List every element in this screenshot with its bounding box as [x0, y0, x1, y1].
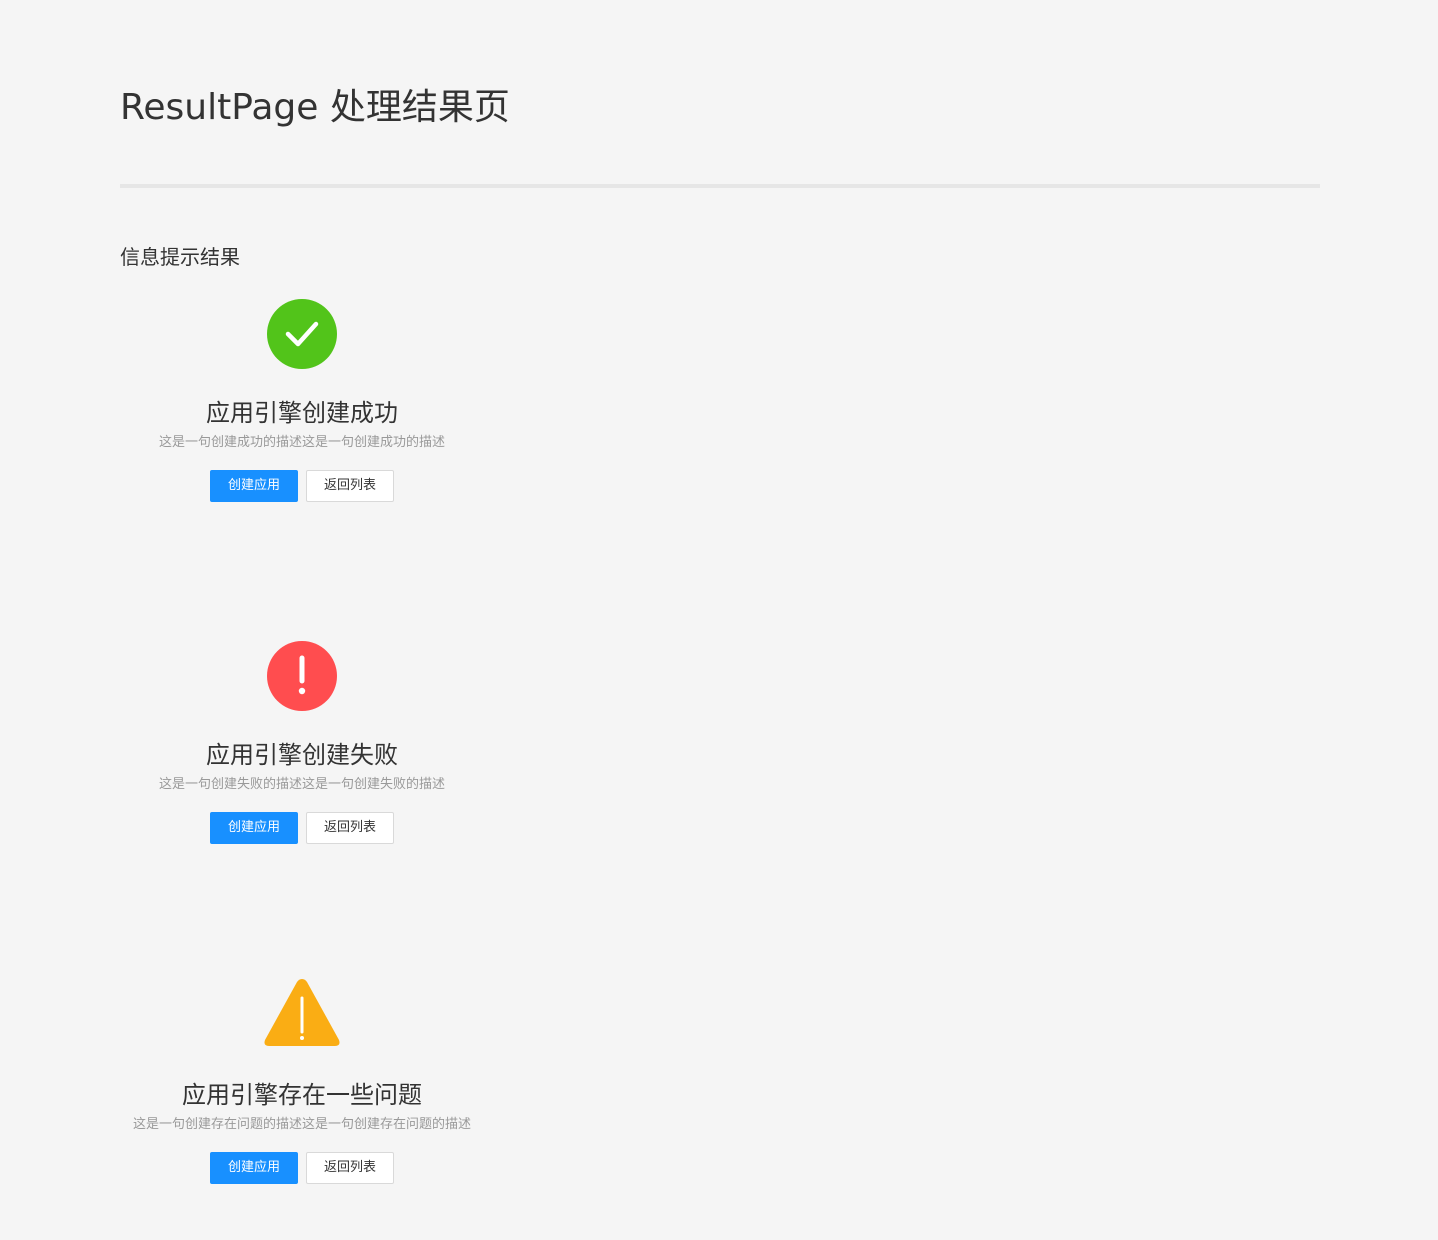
title-divider: [120, 184, 1320, 188]
section-title: 信息提示结果: [120, 245, 240, 269]
result-description: 这是一句创建成功的描述这是一句创建成功的描述: [158, 435, 445, 450]
result-warning: 应用引擎存在一些问题 这是一句创建存在问题的描述这是一句创建存在问题的描述 创建…: [100, 976, 504, 1184]
create-app-button[interactable]: 创建应用: [210, 812, 298, 844]
result-description: 这是一句创建失败的描述这是一句创建失败的描述: [158, 777, 445, 792]
create-app-button[interactable]: 创建应用: [210, 1152, 298, 1184]
result-actions: 创建应用 返回列表: [100, 470, 504, 502]
warning-triangle-icon: [264, 979, 340, 1046]
back-to-list-button[interactable]: 返回列表: [306, 470, 394, 502]
create-app-button[interactable]: 创建应用: [210, 470, 298, 502]
check-circle-icon: [267, 299, 337, 369]
result-actions: 创建应用 返回列表: [100, 1152, 504, 1184]
result-error: 应用引擎创建失败 这是一句创建失败的描述这是一句创建失败的描述 创建应用 返回列…: [100, 640, 504, 844]
result-page: ResultPage 处理结果页 信息提示结果 应用引擎创建成功 这是一句创建成…: [0, 0, 1438, 1240]
back-to-list-button[interactable]: 返回列表: [306, 1152, 394, 1184]
result-title: 应用引擎创建成功: [206, 399, 398, 427]
result-actions: 创建应用 返回列表: [100, 812, 504, 844]
exclamation-circle-icon: [267, 641, 337, 711]
back-to-list-button[interactable]: 返回列表: [306, 812, 394, 844]
result-success: 应用引擎创建成功 这是一句创建成功的描述这是一句创建成功的描述 创建应用 返回列…: [100, 298, 504, 502]
page-title: ResultPage 处理结果页: [120, 87, 510, 128]
result-title: 应用引擎存在一些问题: [182, 1081, 422, 1109]
result-description: 这是一句创建存在问题的描述这是一句创建存在问题的描述: [132, 1117, 471, 1132]
result-title: 应用引擎创建失败: [206, 741, 398, 769]
